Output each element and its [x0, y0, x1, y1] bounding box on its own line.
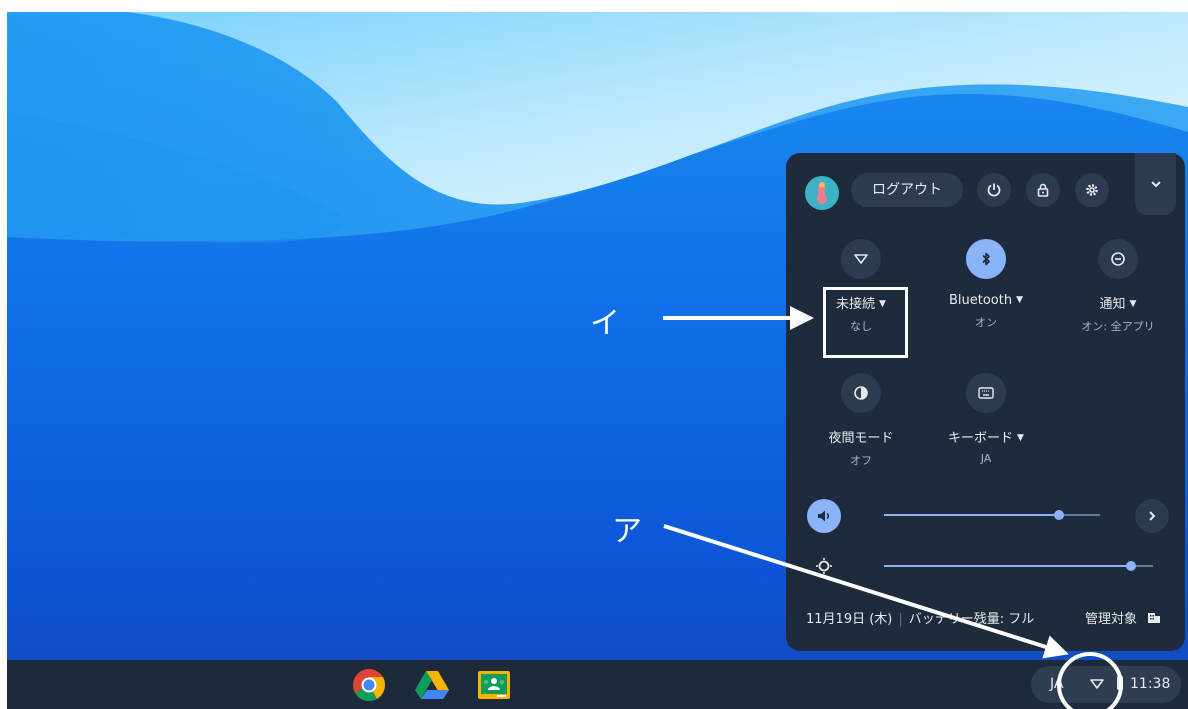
dropdown-caret-icon: ▼: [1017, 433, 1024, 443]
gear-icon: [1086, 184, 1098, 196]
tile-notifications-sublabel: オン: 全アプリ: [1081, 320, 1155, 333]
collapse-button[interactable]: [1135, 153, 1176, 215]
chrome-app[interactable]: [352, 668, 386, 702]
battery-text: バッテリー残量: フル: [908, 612, 1035, 627]
annotation-label-i: イ: [590, 306, 620, 341]
highlight-circle: [1057, 652, 1123, 709]
notification-toggle[interactable]: [1098, 239, 1138, 279]
quick-settings-panel: ログアウト 未接続 ▼ なし Bluetooth ▼ オン 通知 ▼ オン: 全…: [786, 153, 1185, 651]
managed-building-icon: [1148, 613, 1161, 623]
clock-time: 11:38: [1130, 676, 1171, 692]
status-footer: 11月19日 (木) | バッテリー残量: フル: [806, 608, 1034, 627]
lock-button[interactable]: [1026, 173, 1060, 207]
night-light-icon: [854, 386, 868, 400]
brightness-slider[interactable]: [884, 561, 1153, 571]
volume-slider-thumb[interactable]: [1053, 510, 1064, 520]
settings-button[interactable]: [1075, 173, 1109, 207]
dropdown-caret-icon: ▼: [1129, 299, 1137, 309]
night-light-toggle[interactable]: [841, 373, 881, 413]
tile-night-light-label: 夜間モード: [828, 431, 894, 446]
chrome-icon: [353, 669, 386, 702]
bluetooth-toggle[interactable]: [966, 239, 1006, 279]
logout-button[interactable]: ログアウト: [851, 173, 963, 207]
lock-icon: [1037, 183, 1049, 197]
tile-keyboard-label: キーボード: [948, 431, 1014, 446]
tile-keyboard[interactable]: キーボード ▼ JA: [926, 373, 1046, 465]
tile-bluetooth[interactable]: Bluetooth ▼ オン: [926, 239, 1046, 330]
dropdown-caret-icon: ▼: [1016, 295, 1024, 305]
wifi-toggle[interactable]: [841, 239, 881, 279]
google-classroom-icon: [478, 671, 510, 699]
date-text[interactable]: 11月19日 (木): [806, 612, 892, 627]
power-icon: [987, 183, 1001, 197]
power-button[interactable]: [977, 173, 1011, 207]
tile-night-light[interactable]: 夜間モード オフ: [801, 373, 921, 468]
tile-notifications[interactable]: 通知 ▼ オン: 全アプリ: [1058, 239, 1178, 334]
user-avatar[interactable]: [805, 176, 839, 210]
keyboard-toggle[interactable]: [966, 373, 1006, 413]
brightness-slider-thumb[interactable]: [1126, 561, 1137, 571]
notification-icon: [1111, 252, 1125, 266]
google-drive-icon: [415, 671, 449, 699]
brightness-slider-fill: [884, 565, 1132, 567]
tile-bluetooth-label: Bluetooth: [948, 293, 1013, 308]
audio-settings-button[interactable]: [1135, 499, 1169, 533]
volume-icon: [818, 510, 830, 522]
tile-night-light-sublabel: オフ: [850, 454, 872, 467]
chevron-right-icon: [1149, 511, 1156, 521]
volume-slider-fill: [884, 514, 1059, 516]
brightness-icon-wrap: [807, 549, 841, 583]
brightness-icon: [816, 558, 832, 574]
highlight-box: [823, 287, 908, 358]
volume-mute-button[interactable]: [807, 499, 841, 533]
tile-bluetooth-sublabel: オン: [975, 316, 997, 329]
chevron-down-icon: [1150, 181, 1161, 188]
tile-keyboard-sublabel: JA: [980, 452, 992, 465]
desktop: イ ア ログアウト 未接続 ▼ なし Bluetooth ▼ オン 通知 ▼ オ…: [7, 12, 1188, 709]
volume-slider[interactable]: [884, 510, 1100, 520]
managed-status[interactable]: 管理対象: [1085, 608, 1161, 627]
managed-text: 管理対象: [1085, 612, 1138, 627]
google-classroom-app[interactable]: [477, 668, 511, 702]
google-drive-app[interactable]: [415, 668, 449, 702]
annotation-label-a: ア: [612, 514, 642, 549]
keyboard-icon: [978, 387, 994, 399]
wifi-icon: [854, 254, 868, 264]
shelf: JA 11:38: [7, 660, 1188, 709]
tile-notifications-label: 通知: [1099, 297, 1126, 312]
bluetooth-icon: [982, 252, 990, 266]
footer-separator: |: [898, 612, 903, 627]
